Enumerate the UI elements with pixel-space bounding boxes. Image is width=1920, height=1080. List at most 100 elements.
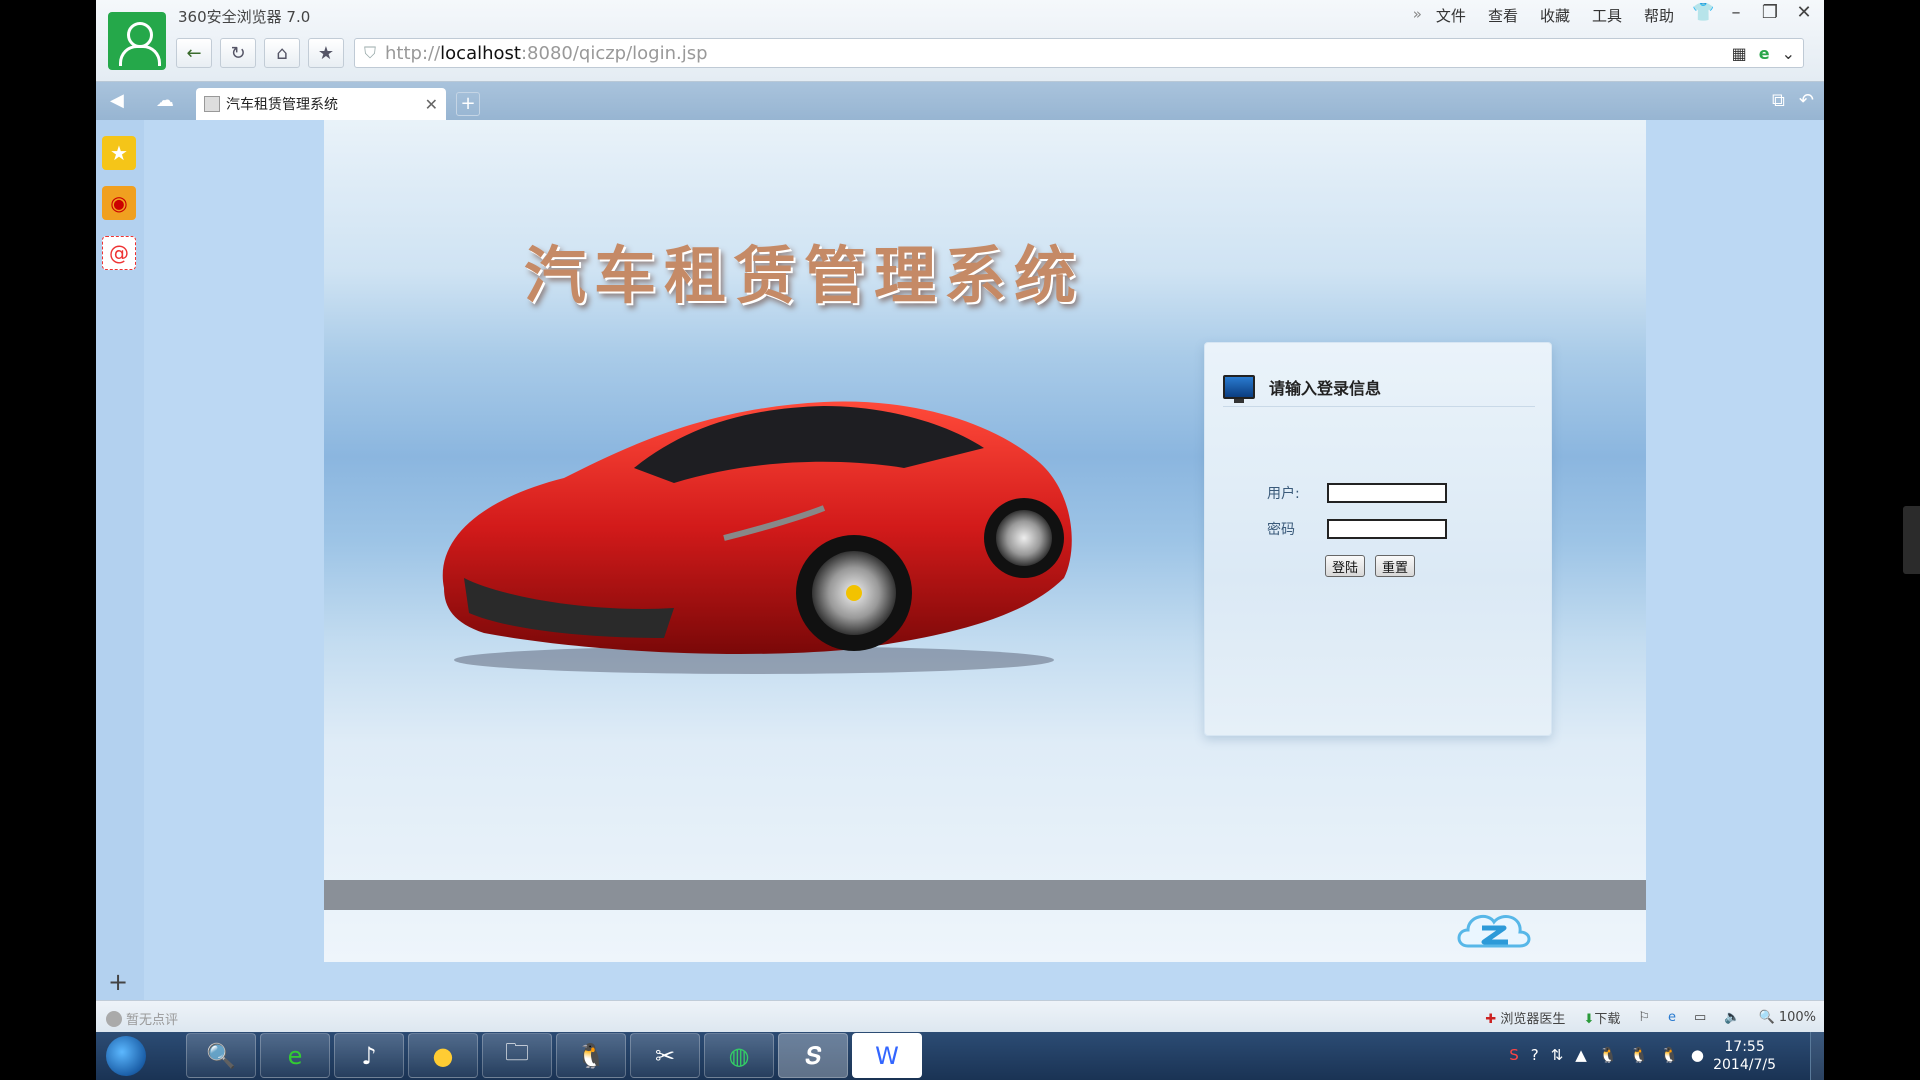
tab-favicon-icon — [204, 96, 220, 112]
ie-mode-icon[interactable]: e — [1759, 44, 1770, 63]
password-row: 密码 — [1267, 519, 1447, 539]
tray-expand-icon[interactable]: ▲ — [1575, 1046, 1587, 1064]
zoom-level: 100% — [1778, 1010, 1816, 1025]
browser-doctor-label: 浏览器医生 — [1500, 1012, 1566, 1027]
tray-qq-icon-1[interactable]: 🐧 — [1599, 1046, 1618, 1064]
taskbar-apps: 🔍 e ♪ ● 🗀 🐧 ✂ ◍ 𝑺 W — [186, 1033, 922, 1078]
browser-sidebar: ★ ◉ @ + — [96, 120, 144, 1000]
browser-statusbar: 暂无点评 ✚ 浏览器医生 ⬇下载 ⚐ e ▭ 🔈 🔍 100% — [96, 1000, 1824, 1032]
cloud-icon[interactable]: ☁ — [156, 90, 174, 111]
menu-file[interactable]: 文件 — [1436, 5, 1466, 26]
login-page: 汽车租赁管理系统 请输入登录信息 用户: 密码 登陆 重置 — [324, 120, 1646, 962]
undo-close-icon[interactable]: ↶ — [1799, 90, 1814, 111]
taskbar-eclipse-icon[interactable]: 𝑺 — [778, 1033, 848, 1078]
edge-panel-handle[interactable] — [1903, 506, 1920, 574]
tray-app-icon[interactable]: ● — [1691, 1046, 1704, 1064]
login-header: 请输入登录信息 — [1223, 367, 1535, 407]
tray-help-icon[interactable]: ? — [1531, 1046, 1539, 1064]
window-controls: 👕 – ❐ ✕ — [1692, 2, 1814, 23]
tab-active[interactable]: 汽车租赁管理系统 ✕ — [196, 88, 446, 120]
username-input[interactable] — [1327, 483, 1447, 503]
menu-tools[interactable]: 工具 — [1592, 5, 1622, 26]
rating-text: 暂无点评 — [126, 1013, 179, 1028]
page-footer-bar — [324, 880, 1646, 910]
menu-view[interactable]: 查看 — [1488, 5, 1518, 26]
menu-overflow-icon[interactable]: » — [1413, 5, 1422, 26]
red-sports-car-image — [442, 401, 1072, 674]
tray-input-method-icon[interactable]: S — [1509, 1046, 1519, 1064]
favorite-star-icon[interactable]: ★ — [308, 38, 344, 68]
page-viewport: 汽车租赁管理系统 请输入登录信息 用户: 密码 登陆 重置 — [144, 120, 1824, 1000]
flag-icon[interactable]: ⚐ — [1638, 1010, 1650, 1025]
zoom-control[interactable]: 🔍 100% — [1759, 1010, 1817, 1025]
restore-icon[interactable]: ❐ — [1760, 2, 1780, 23]
login-panel: 请输入登录信息 用户: 密码 登陆 重置 — [1204, 342, 1552, 736]
taskbar-tools-icon[interactable]: ✂ — [630, 1033, 700, 1078]
mail-icon[interactable]: @ — [102, 236, 136, 270]
menu-help[interactable]: 帮助 — [1644, 5, 1674, 26]
password-input[interactable] — [1327, 519, 1447, 539]
taskbar-globe-icon[interactable]: ◍ — [704, 1033, 774, 1078]
login-heading: 请输入登录信息 — [1269, 378, 1382, 398]
sidebar-add-icon[interactable]: + — [108, 968, 128, 996]
browser-app-title: 360安全浏览器 7.0 — [178, 8, 311, 26]
taskbar-folder-icon[interactable]: 🗀 — [482, 1033, 552, 1078]
refresh-icon[interactable]: ↻ — [220, 38, 256, 68]
login-buttons: 登陆 重置 — [1325, 555, 1415, 577]
url-path: :8080/qiczp/login.jsp — [520, 42, 708, 64]
start-button[interactable] — [106, 1036, 146, 1076]
close-window-icon[interactable]: ✕ — [1794, 2, 1814, 23]
system-clock[interactable]: 17:55 2014/7/5 — [1713, 1038, 1776, 1074]
taskbar-qq-icon[interactable]: 🐧 — [556, 1033, 626, 1078]
download-arrow-icon: ⬇ — [1583, 1012, 1595, 1027]
address-bar[interactable]: ⛉ http://localhost:8080/qiczp/login.jsp … — [354, 38, 1804, 68]
chevron-down-icon[interactable]: ⌄ — [1782, 44, 1795, 63]
taskbar-music-icon[interactable]: ♪ — [334, 1033, 404, 1078]
tray-network-icon[interactable]: ⇅ — [1551, 1046, 1564, 1064]
browser-menu: » 文件 查看 收藏 工具 帮助 — [1413, 5, 1674, 26]
password-label: 密码 — [1267, 522, 1295, 538]
skin-icon[interactable]: 👕 — [1692, 2, 1714, 23]
minimize-icon[interactable]: – — [1726, 2, 1746, 23]
taskbar-fruit-app-icon[interactable]: ● — [408, 1033, 478, 1078]
volume-icon[interactable]: 🔈 — [1724, 1010, 1740, 1025]
taskbar-360-browser-icon[interactable]: e — [260, 1033, 330, 1078]
menu-favorites[interactable]: 收藏 — [1540, 5, 1570, 26]
tab-title: 汽车租赁管理系统 — [226, 97, 338, 113]
nav-buttons: ← ↻ ⌂ ★ — [176, 38, 344, 68]
os-taskbar: 🔍 e ♪ ● 🗀 🐧 ✂ ◍ 𝑺 W S ? ⇅ ▲ 🐧 🐧 🐧 ● 17:5… — [96, 1032, 1824, 1080]
back-icon[interactable]: ← — [176, 38, 212, 68]
doctor-cross-icon: ✚ — [1485, 1012, 1497, 1027]
qr-code-icon[interactable]: ▦ — [1732, 44, 1747, 63]
monitor-icon — [1223, 374, 1255, 403]
new-tab-button[interactable]: + — [456, 92, 480, 116]
taskbar-word-icon[interactable]: W — [852, 1033, 922, 1078]
weibo-icon[interactable]: ◉ — [102, 186, 136, 220]
browser-titlebar: 360安全浏览器 7.0 » 文件 查看 收藏 工具 帮助 👕 – ❐ ✕ ← … — [96, 0, 1824, 82]
tray-qq-icon-2[interactable]: 🐧 — [1630, 1046, 1649, 1064]
rating-status[interactable]: 暂无点评 — [106, 1009, 178, 1028]
sidebar-toggle-icon[interactable]: ◀ — [110, 90, 124, 111]
tray-qq-icon-3[interactable]: 🐧 — [1660, 1046, 1679, 1064]
browser-doctor[interactable]: ✚ 浏览器医生 — [1485, 1008, 1565, 1027]
home-icon[interactable]: ⌂ — [264, 38, 300, 68]
security-shield-icon: ⛉ — [363, 43, 376, 62]
favorites-star-icon[interactable]: ★ — [102, 136, 136, 170]
taskbar-search-app-icon[interactable]: 🔍 — [186, 1033, 256, 1078]
show-desktop-button[interactable] — [1810, 1032, 1824, 1080]
clock-time: 17:55 — [1724, 1039, 1765, 1055]
clock-date: 2014/7/5 — [1713, 1057, 1776, 1073]
login-button[interactable]: 登陆 — [1325, 555, 1365, 577]
rating-icon — [106, 1010, 122, 1027]
download-button[interactable]: ⬇下载 — [1583, 1008, 1620, 1027]
url-host: localhost — [440, 42, 521, 64]
cloud-logo-icon — [1457, 914, 1531, 948]
user-avatar-icon[interactable] — [108, 12, 166, 70]
tab-close-icon[interactable]: ✕ — [425, 95, 438, 114]
ie-icon[interactable]: e — [1668, 1010, 1676, 1025]
reset-button[interactable]: 重置 — [1375, 555, 1415, 577]
window-switch-icon[interactable]: ⧉ — [1772, 90, 1785, 111]
username-row: 用户: — [1267, 483, 1447, 503]
download-label: 下载 — [1594, 1012, 1621, 1027]
screen-icon[interactable]: ▭ — [1694, 1010, 1706, 1025]
